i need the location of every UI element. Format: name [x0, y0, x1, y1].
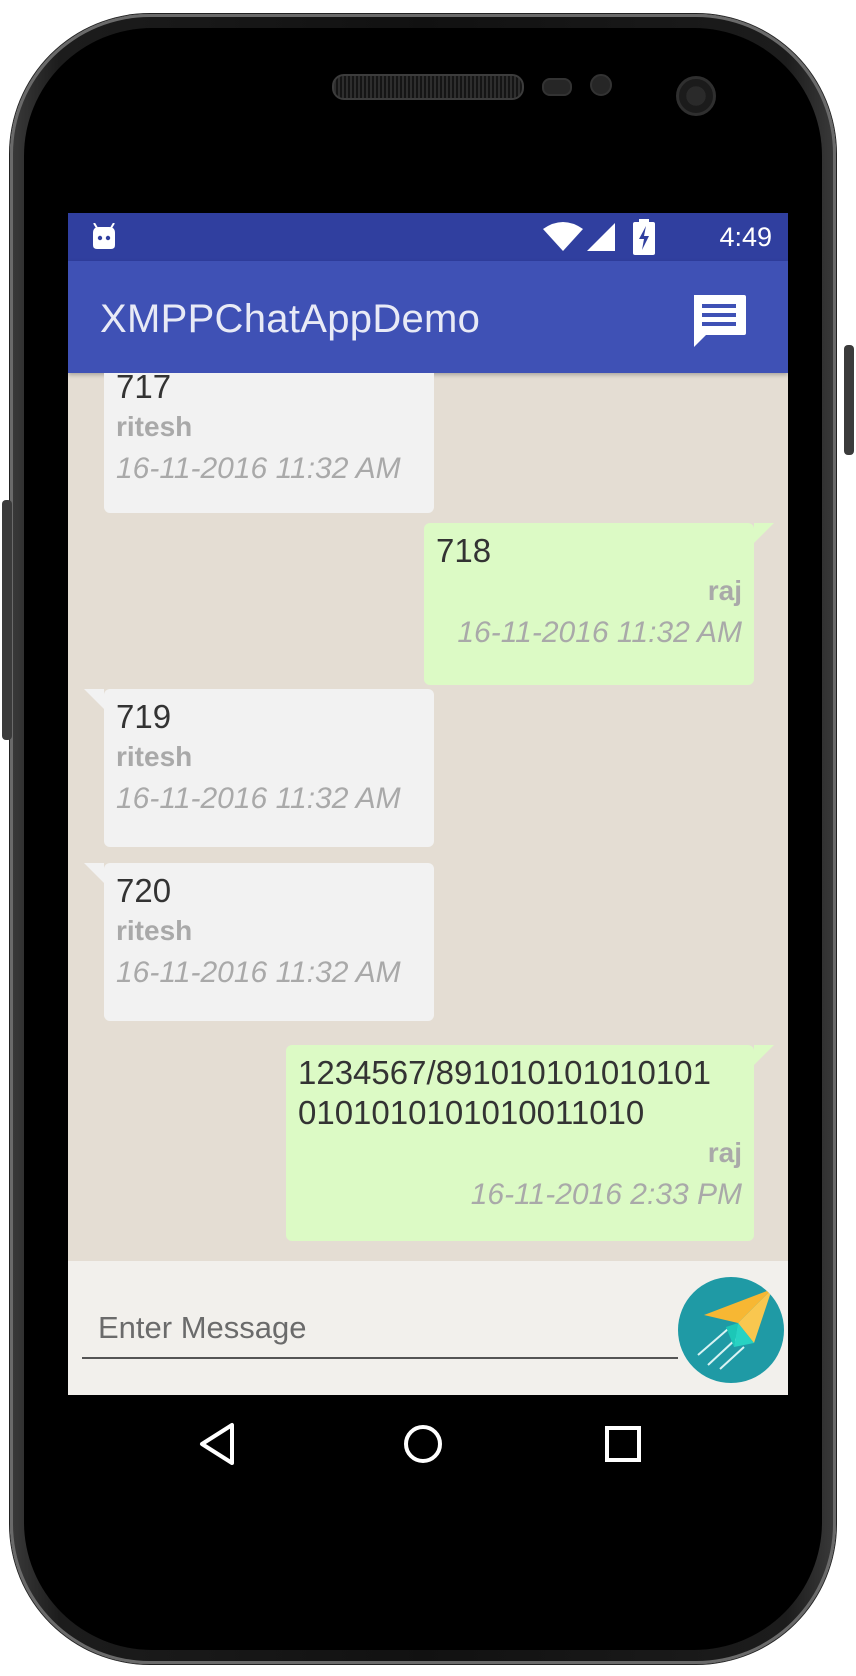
android-notification-icon	[93, 223, 115, 249]
paper-plane-icon	[697, 1289, 772, 1370]
front-camera	[676, 76, 716, 116]
power-button	[844, 345, 854, 455]
light-sensor	[590, 74, 612, 96]
message-text-line-2: 0101010101010011010	[298, 1094, 645, 1131]
message-sender: ritesh	[116, 741, 193, 772]
back-icon[interactable]	[194, 1419, 244, 1469]
navigation-bar	[68, 1395, 788, 1491]
message-timestamp: 16-11-2016 11:32 AM	[116, 956, 401, 989]
status-bar: 4:49	[68, 213, 788, 261]
chat-message-list[interactable]: 717 ritesh 16-11-2016 11:32 AM 718 raj 1…	[68, 373, 788, 1261]
home-icon[interactable]	[398, 1419, 448, 1469]
message-sender: ritesh	[116, 915, 193, 946]
send-button[interactable]	[678, 1277, 784, 1383]
proximity-sensor	[542, 78, 572, 96]
message-text: 720	[116, 872, 172, 909]
app-screen: 4:49 XMPPChatAppDemo 717 ritesh 16-11-20…	[68, 213, 788, 1395]
app-bar: XMPPChatAppDemo	[68, 261, 788, 373]
bubble-tail	[754, 523, 774, 543]
message-text: 719	[116, 698, 172, 735]
message-bubble-incoming[interactable]: 717 ritesh 16-11-2016 11:32 AM	[104, 373, 434, 513]
message-bubble-incoming[interactable]: 720 ritesh 16-11-2016 11:32 AM	[84, 863, 434, 1021]
bubble-tail	[754, 1045, 774, 1065]
message-text: 1234567/891010101010101	[298, 1054, 711, 1091]
message-timestamp: 16-11-2016 11:32 AM	[116, 782, 401, 815]
message-text: 718	[436, 532, 492, 569]
message-composer	[68, 1261, 788, 1395]
message-timestamp: 16-11-2016 11:32 AM	[457, 616, 742, 649]
wifi-icon	[543, 222, 583, 251]
recents-icon[interactable]	[598, 1419, 648, 1469]
volume-button	[2, 500, 12, 740]
message-sender: raj	[707, 1137, 742, 1168]
message-timestamp: 16-11-2016 11:32 AM	[116, 452, 401, 485]
message-timestamp: 16-11-2016 2:33 PM	[470, 1178, 742, 1211]
message-bubble-outgoing[interactable]: 718 raj 16-11-2016 11:32 AM	[424, 523, 774, 685]
signal-icon	[587, 223, 615, 251]
message-bubble-outgoing[interactable]: 1234567/891010101010101 0101010101010011…	[286, 1045, 774, 1241]
message-text: 717	[116, 373, 172, 405]
message-icon[interactable]	[690, 291, 748, 349]
app-title: XMPPChatAppDemo	[100, 297, 481, 341]
battery-charging-icon	[633, 219, 655, 255]
earpiece-speaker	[332, 74, 524, 100]
message-sender: ritesh	[116, 411, 193, 442]
message-bubble-incoming[interactable]: 719 ritesh 16-11-2016 11:32 AM	[84, 689, 434, 847]
bubble-tail	[84, 863, 104, 883]
status-time: 4:49	[719, 222, 772, 252]
message-sender: raj	[707, 575, 742, 606]
bubble-tail	[84, 689, 104, 709]
message-input[interactable]	[82, 1299, 678, 1359]
